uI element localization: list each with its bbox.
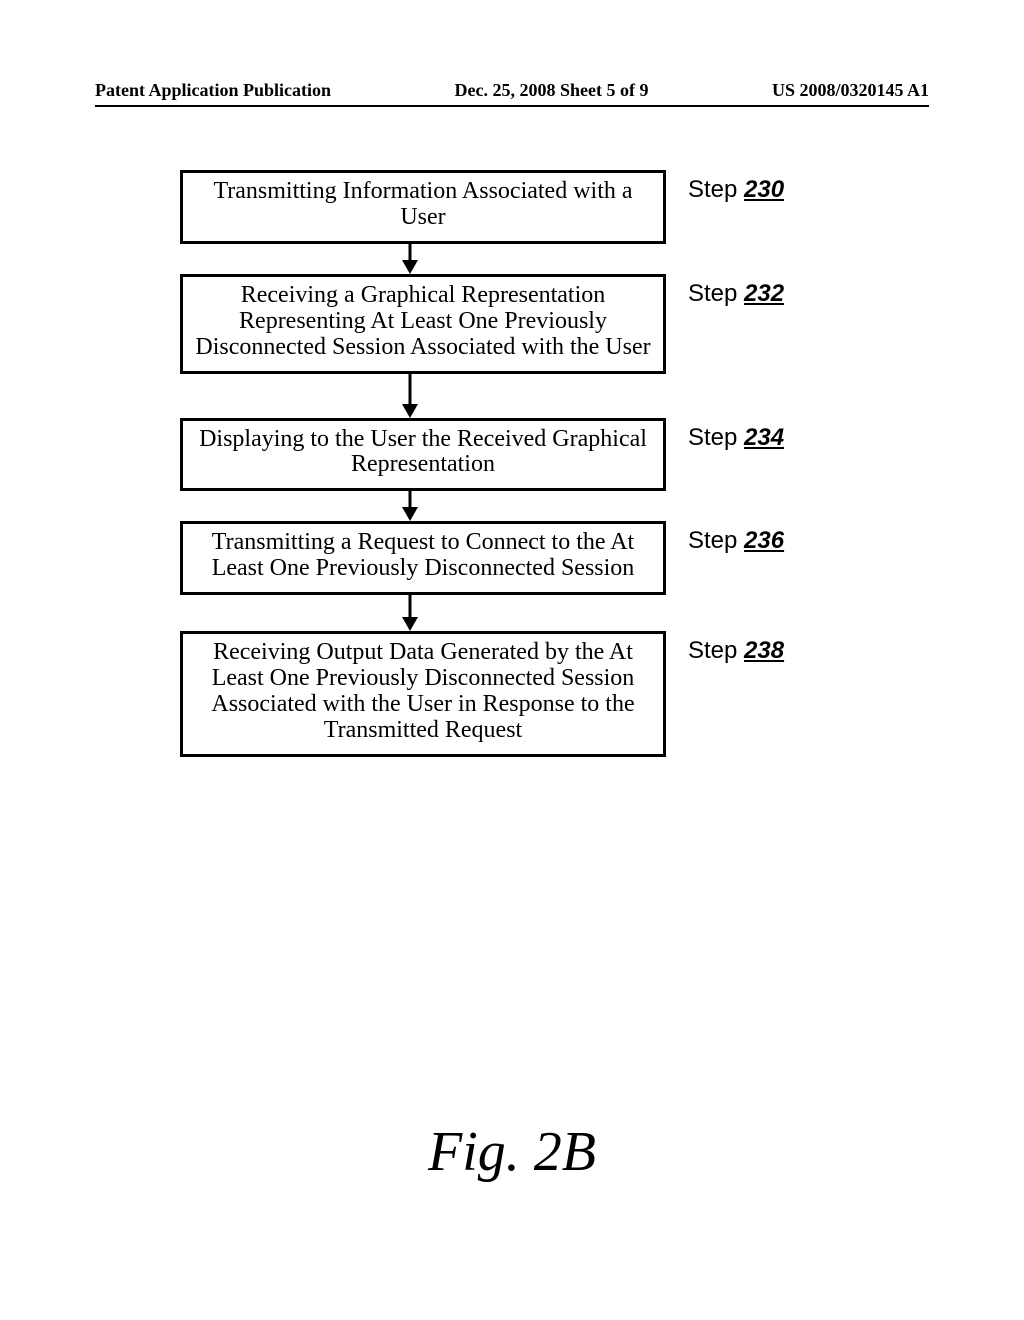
step-prefix: Step — [688, 637, 744, 664]
header-left: Patent Application Publication — [95, 80, 331, 101]
page-header: Patent Application Publication Dec. 25, … — [95, 80, 929, 107]
flow-step-236: Transmitting a Request to Connect to the… — [180, 521, 1024, 595]
figure-caption: Fig. 2B — [0, 1120, 1024, 1184]
arrow-down-icon — [180, 244, 640, 274]
flow-step-234: Displaying to the User the Received Grap… — [180, 418, 1024, 492]
flow-box: Transmitting a Request to Connect to the… — [180, 521, 666, 595]
flow-step-label: Step 230 — [688, 170, 784, 204]
flow-box: Receiving a Graphical Representation Rep… — [180, 274, 666, 374]
flow-step-label: Step 232 — [688, 274, 784, 308]
flowchart: Transmitting Information Associated with… — [0, 170, 1024, 757]
flow-step-238: Receiving Output Data Generated by the A… — [180, 631, 1024, 757]
flow-step-label: Step 234 — [688, 418, 784, 452]
step-number: 232 — [744, 280, 784, 307]
step-prefix: Step — [688, 176, 744, 203]
flow-step-230: Transmitting Information Associated with… — [180, 170, 1024, 244]
flow-box: Displaying to the User the Received Grap… — [180, 418, 666, 492]
header-center: Dec. 25, 2008 Sheet 5 of 9 — [455, 80, 649, 101]
flow-step-232: Receiving a Graphical Representation Rep… — [180, 274, 1024, 374]
step-prefix: Step — [688, 424, 744, 451]
step-number: 238 — [744, 637, 784, 664]
flow-box: Receiving Output Data Generated by the A… — [180, 631, 666, 757]
arrow-down-icon — [180, 491, 640, 521]
page: Patent Application Publication Dec. 25, … — [0, 0, 1024, 1320]
flow-step-label: Step 236 — [688, 521, 784, 555]
arrow-down-icon — [180, 374, 640, 418]
flow-step-label: Step 238 — [688, 631, 784, 665]
arrow-down-icon — [180, 595, 640, 631]
flow-box: Transmitting Information Associated with… — [180, 170, 666, 244]
step-number: 236 — [744, 527, 784, 554]
step-prefix: Step — [688, 527, 744, 554]
step-number: 234 — [744, 424, 784, 451]
header-right: US 2008/0320145 A1 — [772, 80, 929, 101]
step-number: 230 — [744, 176, 784, 203]
step-prefix: Step — [688, 280, 744, 307]
